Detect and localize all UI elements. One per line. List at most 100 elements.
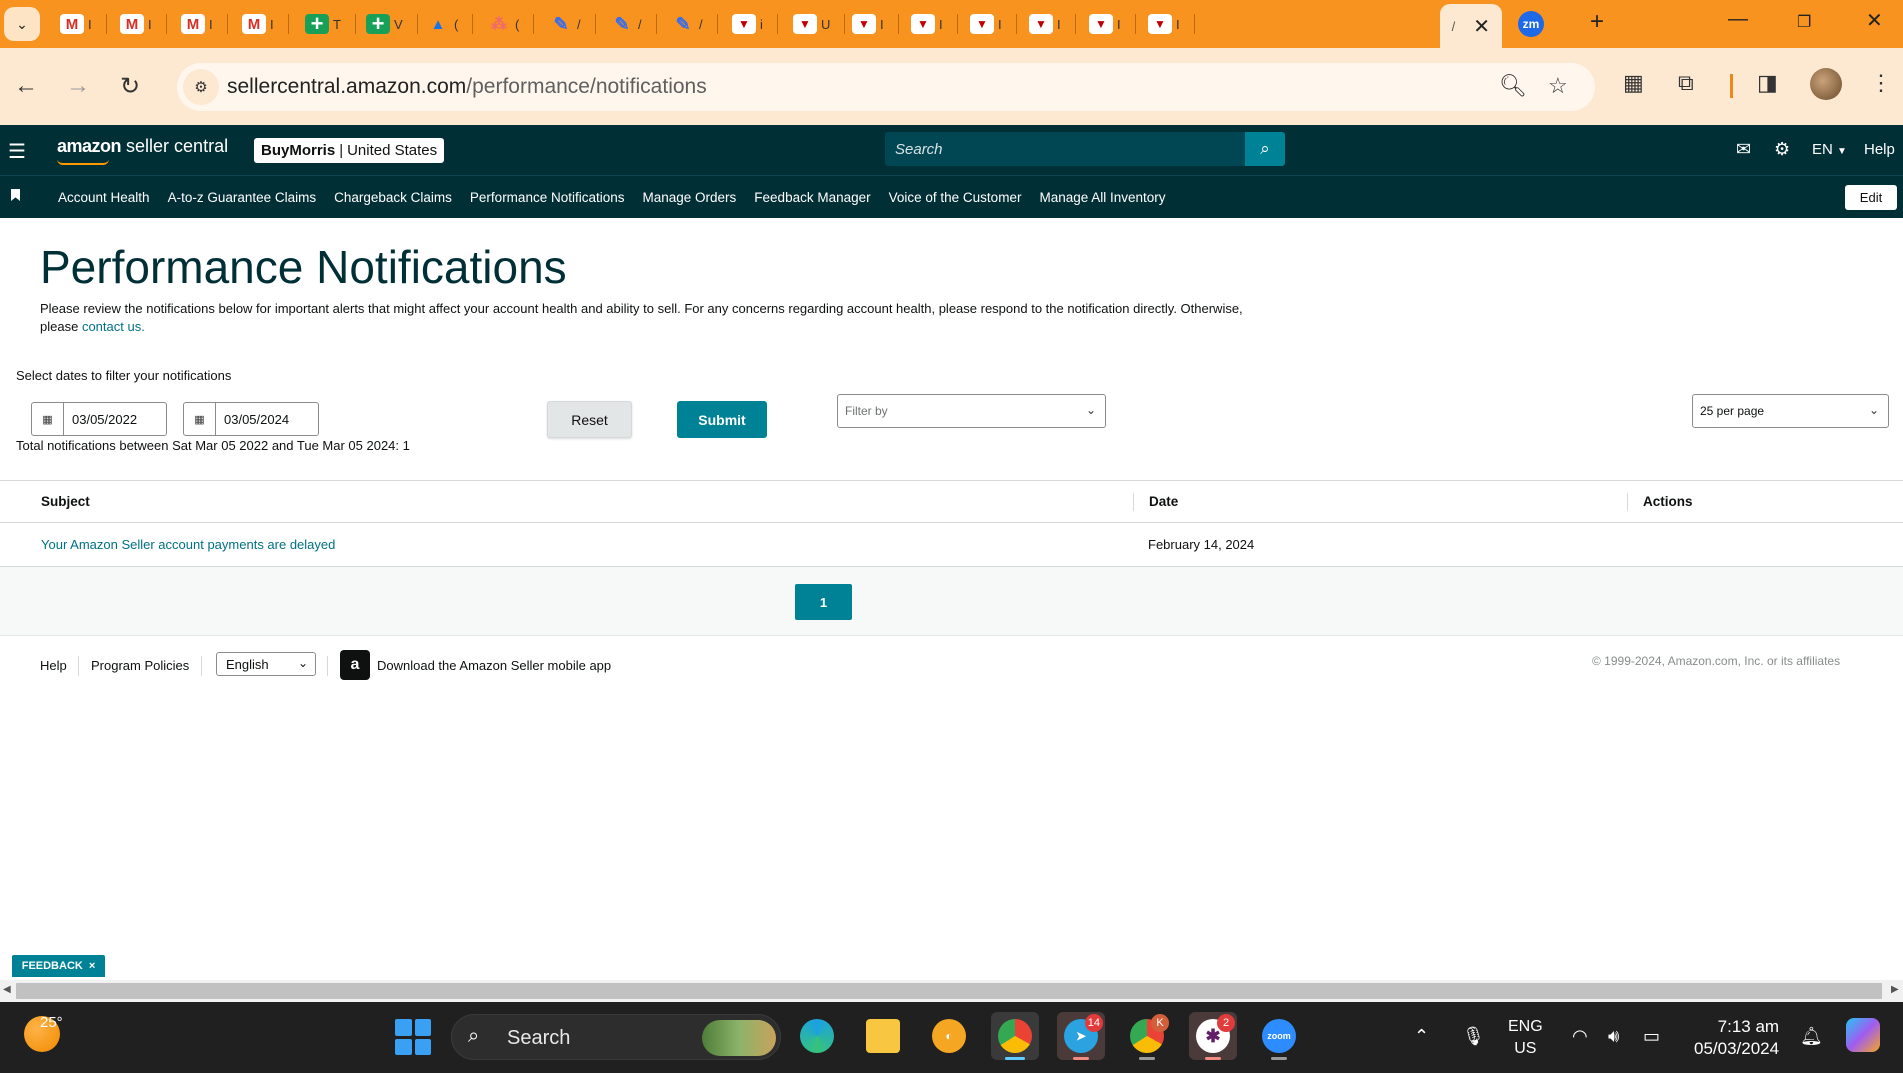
amazon-app-icon[interactable]: a — [340, 650, 370, 680]
windows-start-icon[interactable] — [395, 1019, 431, 1055]
zoom-lens-icon[interactable]: 🔍︎ — [1499, 73, 1527, 99]
extensions-icon[interactable]: ⧉ — [1678, 70, 1694, 96]
browser-tab[interactable]: MI — [232, 8, 289, 40]
feedback-tab[interactable]: FEEDBACK × — [12, 955, 105, 977]
browser-tab[interactable]: ▼ i — [722, 8, 778, 40]
edit-nav-button[interactable]: Edit — [1845, 185, 1897, 210]
nav-link-manage-all-inventory[interactable]: Manage All Inventory — [1039, 190, 1165, 205]
chrome-app[interactable] — [991, 1012, 1039, 1060]
download-app-link[interactable]: Download the Amazon Seller mobile app — [377, 658, 611, 673]
chrome-menu-icon[interactable]: ⋮ — [1870, 70, 1892, 96]
search-button[interactable]: ⌕ — [1245, 132, 1285, 166]
calendar-icon[interactable]: ▦ — [184, 403, 216, 435]
volume-icon[interactable]: 🔊︎ — [1608, 1026, 1619, 1047]
browser-tab[interactable]: ✎ / — [661, 8, 718, 40]
nav-link-account-health[interactable]: Account Health — [58, 190, 150, 205]
header-help-link[interactable]: Help — [1864, 141, 1895, 158]
browser-tab[interactable]: ▲( — [416, 8, 474, 40]
end-date-field[interactable]: ▦ 03/05/2024 — [183, 402, 319, 436]
system-clock[interactable]: 7:13 am 05/03/2024 — [1694, 1016, 1779, 1060]
footer-language-select[interactable]: English ⌄ — [216, 652, 316, 676]
bookmark-star-icon[interactable]: ☆ — [1548, 73, 1568, 99]
scrollbar-thumb[interactable] — [16, 983, 1882, 999]
zoom-app[interactable]: zoom — [1255, 1012, 1303, 1060]
wifi-icon[interactable]: ◠ — [1572, 1026, 1588, 1047]
settings-gear-icon[interactable]: ⚙ — [1774, 139, 1790, 160]
nav-link-a-to-z-guarantee-claims[interactable]: A-to-z Guarantee Claims — [168, 190, 317, 205]
hamburger-menu-icon[interactable]: ☰ — [8, 139, 26, 164]
forward-icon[interactable]: → — [66, 72, 90, 100]
browser-tab[interactable]: ⁂( — [477, 8, 535, 40]
telegram-app[interactable]: ➤ 14 — [1057, 1012, 1105, 1060]
back-icon[interactable]: ← — [14, 72, 38, 100]
calendar-icon[interactable]: ▦ — [32, 403, 64, 435]
browser-tab[interactable]: MI — [171, 8, 228, 40]
browser-tab[interactable]: ▼ U — [783, 8, 846, 40]
store-selector[interactable]: BuyMorris | United States — [254, 138, 445, 163]
seller-central-logo[interactable]: amazon seller central — [57, 136, 228, 157]
contact-us-link[interactable]: contact us. — [82, 319, 145, 334]
notification-subject-link[interactable]: Your Amazon Seller account payments are … — [41, 537, 335, 552]
browser-tab[interactable]: ▼ I — [1138, 8, 1195, 40]
side-panel-icon[interactable]: ◨ — [1757, 70, 1778, 96]
column-header-date[interactable]: Date — [1149, 494, 1178, 509]
copilot-icon[interactable] — [1846, 1018, 1880, 1052]
nav-link-performance-notifications[interactable]: Performance Notifications — [470, 190, 625, 205]
scroll-right-icon[interactable]: ▶ — [1891, 984, 1899, 995]
browser-tab[interactable]: ▼ I — [1019, 8, 1076, 40]
notification-bell-icon[interactable]: 🔔︎ — [1800, 1026, 1823, 1047]
browser-tab[interactable]: ▼ I — [1079, 8, 1136, 40]
new-tab-button[interactable]: + — [1590, 8, 1604, 36]
browser-tab[interactable]: ✎ / — [539, 8, 596, 40]
browser-tab[interactable]: ✎ / — [600, 8, 657, 40]
browser-tab[interactable]: ▼ I — [960, 8, 1017, 40]
site-info-icon[interactable]: ⚙ — [183, 69, 219, 105]
browser-tab[interactable]: ▼ I — [901, 8, 958, 40]
browser-tab[interactable]: + T — [295, 8, 356, 40]
language-menu[interactable]: EN ▼ — [1812, 141, 1847, 158]
restore-icon[interactable]: ❐ — [1797, 12, 1811, 32]
chrome-profile-app[interactable]: K — [1123, 1012, 1171, 1060]
program-policies-link[interactable]: Program Policies — [91, 658, 189, 673]
taskbar-search[interactable]: ⌕ Search — [451, 1014, 781, 1060]
reload-icon[interactable]: ↻ — [120, 72, 140, 101]
close-tab-icon[interactable]: ✕ — [1473, 14, 1490, 39]
footer-help-link[interactable]: Help — [40, 658, 67, 673]
bookmark-icon[interactable] — [11, 189, 20, 201]
mail-icon[interactable]: ✉ — [1736, 139, 1751, 160]
nav-link-chargeback-claims[interactable]: Chargeback Claims — [334, 190, 452, 205]
feedback-close-icon[interactable]: × — [89, 960, 95, 972]
column-header-subject[interactable]: Subject — [41, 494, 90, 509]
file-explorer-app[interactable] — [859, 1012, 907, 1060]
reset-button[interactable]: Reset — [547, 401, 632, 438]
browser-tab[interactable]: + V — [356, 8, 418, 40]
vpn-app[interactable]: ◐ — [925, 1012, 973, 1060]
battery-icon[interactable]: ▭ — [1643, 1026, 1660, 1047]
microphone-icon[interactable]: 🎙︎ — [1462, 1026, 1485, 1047]
url-text[interactable]: sellercentral.amazon.com/performance/not… — [227, 75, 707, 99]
close-window-icon[interactable]: ✕ — [1866, 8, 1883, 33]
per-page-select[interactable]: 25 per page ⌄ — [1692, 394, 1889, 428]
horizontal-scrollbar[interactable]: ◀ ▶ — [0, 980, 1903, 1002]
minimize-icon[interactable]: — — [1728, 8, 1748, 31]
start-date-value[interactable]: 03/05/2022 — [64, 403, 137, 435]
scroll-left-icon[interactable]: ◀ — [3, 984, 11, 995]
edge-app[interactable] — [793, 1012, 841, 1060]
seller-search-box[interactable] — [885, 132, 1245, 166]
slack-app[interactable]: ✱ 2 — [1189, 1012, 1237, 1060]
start-date-field[interactable]: ▦ 03/05/2022 — [31, 402, 167, 436]
tab-search-button[interactable]: ⌄ — [4, 7, 40, 41]
keyboard-language[interactable]: ENG US — [1508, 1016, 1543, 1060]
qr-code-icon[interactable]: ▦ — [1623, 70, 1644, 96]
nav-link-manage-orders[interactable]: Manage Orders — [643, 190, 737, 205]
chevron-up-icon[interactable]: ⌃ — [1414, 1026, 1429, 1047]
zoom-tab[interactable]: zm — [1518, 11, 1544, 37]
address-bar[interactable]: ⚙ sellercentral.amazon.com/performance/n… — [177, 63, 1595, 111]
submit-button[interactable]: Submit — [677, 401, 767, 438]
profile-avatar[interactable] — [1810, 68, 1842, 100]
seller-search-input[interactable] — [885, 132, 1245, 166]
filter-by-select[interactable]: Filter by ⌄ — [837, 394, 1106, 428]
nav-link-voice-of-the-customer[interactable]: Voice of the Customer — [889, 190, 1022, 205]
nav-link-feedback-manager[interactable]: Feedback Manager — [754, 190, 870, 205]
browser-tab[interactable]: MI — [110, 8, 167, 40]
